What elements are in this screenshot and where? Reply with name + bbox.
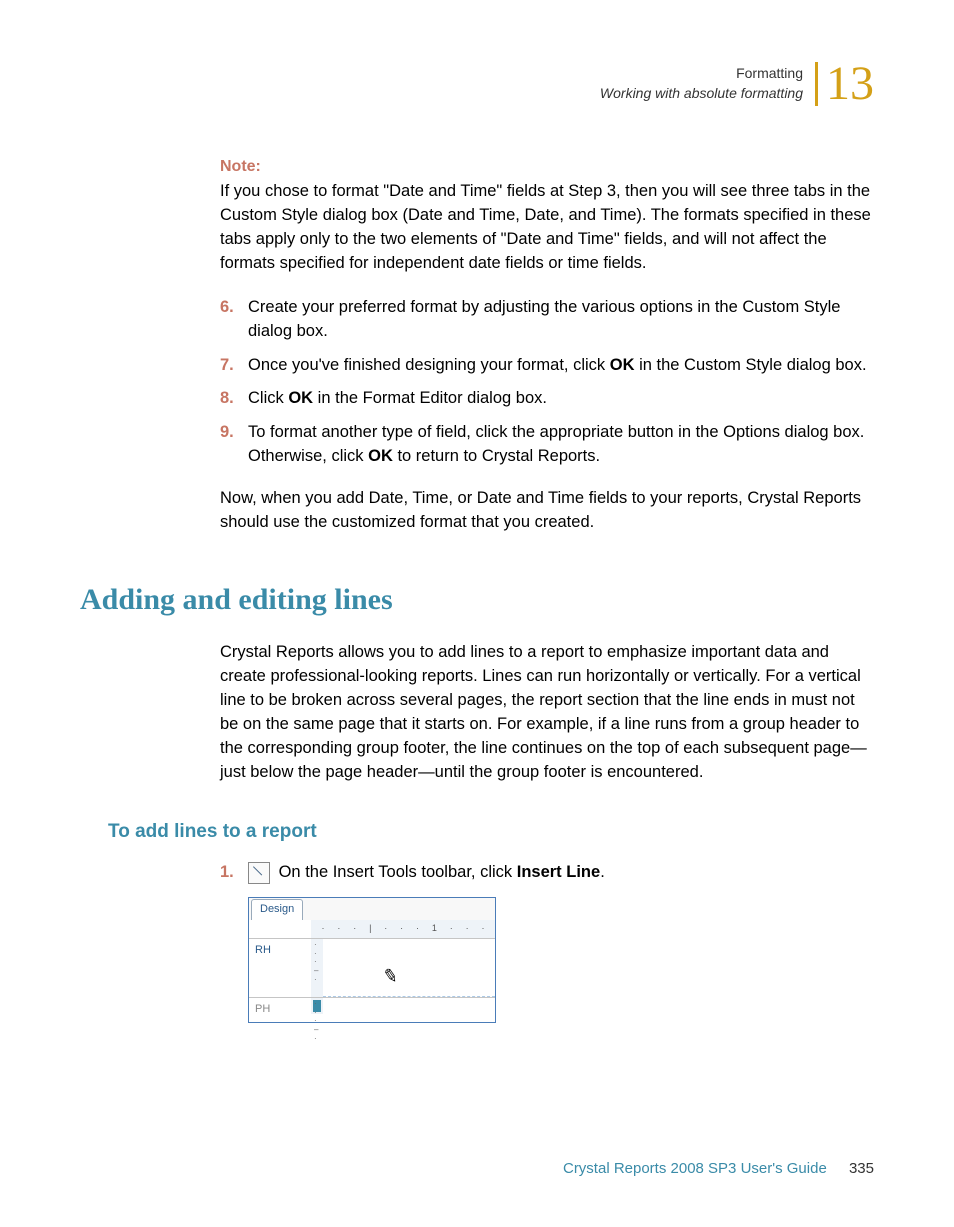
header-subtitle: Working with absolute formatting <box>600 84 803 104</box>
ruler-vertical-ph <box>311 998 323 1014</box>
insert-line-icon <box>248 862 270 884</box>
ruler-vertical <box>311 939 323 997</box>
substep-bold: Insert Line <box>517 863 600 881</box>
step-text: Click OK in the Format Editor dialog box… <box>248 387 547 411</box>
step-post: to return to Crystal Reports. <box>393 447 600 465</box>
closing-paragraph: Now, when you add Date, Time, or Date an… <box>220 487 874 535</box>
step-post: in the Format Editor dialog box. <box>313 389 547 407</box>
step-text: Create your preferred format by adjustin… <box>248 296 874 344</box>
step-number: 6. <box>220 296 248 344</box>
section-label-rh[interactable]: RH <box>249 939 311 997</box>
step-post: in the Custom Style dialog box. <box>635 356 867 374</box>
section-heading: Adding and editing lines <box>80 583 874 617</box>
step-8: 8. Click OK in the Format Editor dialog … <box>220 387 874 411</box>
step-7: 7. Once you've finished designing your f… <box>220 354 874 378</box>
page-header: Formatting Working with absolute formatt… <box>80 60 874 108</box>
step-bold: OK <box>368 447 393 465</box>
substep-1: 1. On the Insert Tools toolbar, click In… <box>80 861 874 1023</box>
header-title: Formatting <box>600 64 803 84</box>
header-divider <box>815 62 818 106</box>
section-body: Crystal Reports allows you to add lines … <box>80 641 874 785</box>
section-canvas-rh[interactable]: ✎ <box>323 939 495 997</box>
step-number: 9. <box>220 421 248 469</box>
step-text: To format another type of field, click t… <box>248 421 874 469</box>
substep-post: . <box>600 863 605 881</box>
step-pre: Once you've finished designing your form… <box>248 356 610 374</box>
step-6: 6. Create your preferred format by adjus… <box>220 296 874 344</box>
section-ph: PH <box>249 997 495 1022</box>
step-number: 8. <box>220 387 248 411</box>
substep-pre: On the Insert Tools toolbar, click <box>279 863 517 881</box>
handle-icon[interactable] <box>313 1000 321 1012</box>
pencil-cursor-icon: ✎ <box>381 962 400 990</box>
page-footer: Crystal Reports 2008 SP3 User's Guide 33… <box>563 1160 874 1177</box>
ruler-mark: 1 <box>432 922 437 935</box>
step-pre: Click <box>248 389 288 407</box>
step-number: 1. <box>220 861 248 885</box>
design-preview: Design ···|···1··· RH ✎ PH <box>248 897 496 1023</box>
footer-page: 335 <box>849 1160 874 1177</box>
substep-text: On the Insert Tools toolbar, click Inser… <box>279 863 605 881</box>
step-bold: OK <box>610 356 635 374</box>
tab-row: Design <box>249 898 495 920</box>
step-9: 9. To format another type of field, clic… <box>220 421 874 469</box>
ruler-horizontal: ···|···1··· <box>249 920 495 938</box>
tab-design[interactable]: Design <box>251 899 303 920</box>
section-rh: RH ✎ <box>249 938 495 997</box>
section-canvas-ph[interactable] <box>323 998 495 1014</box>
footer-title: Crystal Reports 2008 SP3 User's Guide <box>563 1160 827 1177</box>
subheading: To add lines to a report <box>80 821 874 843</box>
step-bold: OK <box>288 389 313 407</box>
step-number: 7. <box>220 354 248 378</box>
section-label-ph[interactable]: PH <box>249 998 311 1022</box>
note-label: Note: <box>220 158 874 176</box>
chapter-number: 13 <box>826 60 874 108</box>
note-text: If you chose to format "Date and Time" f… <box>220 180 874 276</box>
step-text: Once you've finished designing your form… <box>248 354 867 378</box>
note-block: Note: If you chose to format "Date and T… <box>220 158 874 276</box>
